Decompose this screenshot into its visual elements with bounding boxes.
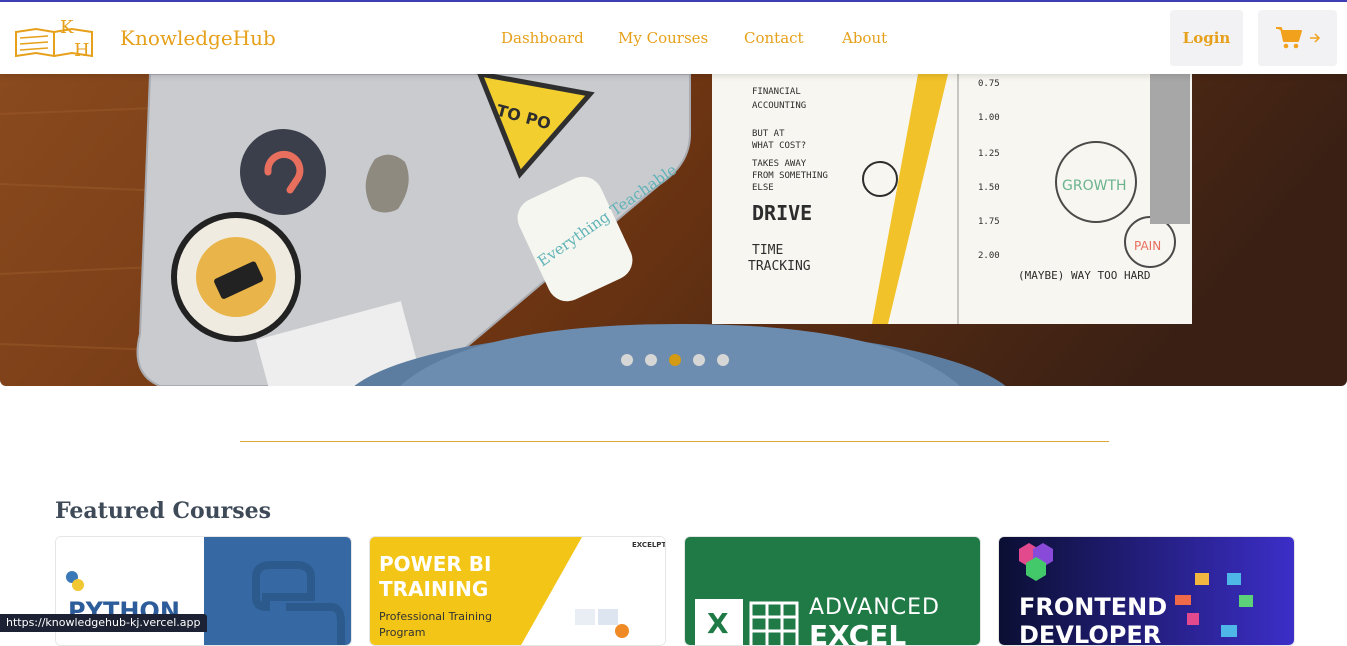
brand-name[interactable]: KnowledgeHub xyxy=(120,26,276,50)
svg-text:X: X xyxy=(707,607,729,640)
section-divider xyxy=(240,441,1109,442)
power-bi-brand: EXCELPTP xyxy=(632,541,666,549)
course-card-frontend-developer[interactable]: FRONTEND DEVLOPER xyxy=(998,536,1295,646)
featured-courses-title: Featured Courses xyxy=(55,498,271,524)
carousel-dot-4[interactable] xyxy=(693,354,705,366)
svg-text:TRACKING: TRACKING xyxy=(748,259,811,274)
cart-icon xyxy=(1275,27,1302,49)
arrow-right-icon xyxy=(1309,33,1320,43)
login-button[interactable]: Login xyxy=(1170,10,1243,66)
course-card-advanced-excel[interactable]: X ADVANCED EXCEL xyxy=(684,536,981,646)
svg-text:1.00: 1.00 xyxy=(978,113,1000,123)
navbar: K H KnowledgeHub Dashboard My Courses Co… xyxy=(0,2,1347,74)
svg-text:FINANCIAL: FINANCIAL xyxy=(752,87,801,97)
svg-text:ACCOUNTING: ACCOUNTING xyxy=(752,101,806,111)
svg-text:BUT AT: BUT AT xyxy=(752,129,785,139)
svg-text:TIME: TIME xyxy=(752,243,783,258)
svg-text:0.75: 0.75 xyxy=(978,79,1000,89)
power-bi-title-line2: TRAINING xyxy=(379,577,489,601)
status-bar-url: https://knowledgehub-kj.vercel.app xyxy=(0,614,207,632)
brand-logo[interactable]: K H xyxy=(14,16,96,61)
svg-text:1.50: 1.50 xyxy=(978,183,1000,193)
nav-about[interactable]: About xyxy=(842,29,887,47)
nav-dashboard[interactable]: Dashboard xyxy=(501,29,584,47)
logo-letter-h: H xyxy=(74,40,90,60)
hero-image: TO PO Everything Teachable FINANCIAL ACC… xyxy=(0,74,1347,386)
nav-my-courses[interactable]: My Courses xyxy=(618,29,708,47)
carousel-dot-2[interactable] xyxy=(645,354,657,366)
nav-contact[interactable]: Contact xyxy=(744,29,804,47)
svg-text:2.00: 2.00 xyxy=(978,251,1000,261)
power-bi-title-line1: POWER BI xyxy=(379,552,492,576)
book-icon: K H xyxy=(15,17,93,61)
power-bi-subtitle: Professional Training xyxy=(379,610,493,623)
carousel-dot-1[interactable] xyxy=(621,354,633,366)
carousel-dot-3[interactable] xyxy=(669,354,681,366)
logo-letter-k: K xyxy=(60,17,74,38)
excel-title-line2: EXCEL xyxy=(809,619,907,646)
svg-text:WHAT COST?: WHAT COST? xyxy=(752,141,806,151)
power-bi-subtitle-2: Program xyxy=(379,626,426,639)
svg-text:DRIVE: DRIVE xyxy=(752,201,812,225)
carousel-indicators xyxy=(621,354,729,366)
svg-text:PAIN: PAIN xyxy=(1134,239,1161,253)
cart-button[interactable] xyxy=(1258,10,1337,66)
svg-text:GROWTH: GROWTH xyxy=(1062,178,1127,194)
frontend-title-line2: DEVLOPER xyxy=(1019,621,1162,646)
hero-carousel[interactable]: TO PO Everything Teachable FINANCIAL ACC… xyxy=(0,74,1347,386)
svg-text:TAKES AWAY: TAKES AWAY xyxy=(752,159,807,169)
carousel-dot-5[interactable] xyxy=(717,354,729,366)
svg-text:1.25: 1.25 xyxy=(978,149,1000,159)
excel-title-line1: ADVANCED xyxy=(809,595,940,620)
svg-text:1.75: 1.75 xyxy=(978,217,1000,227)
frontend-title-line1: FRONTEND xyxy=(1019,593,1168,621)
svg-text:FROM SOMETHING: FROM SOMETHING xyxy=(752,171,828,181)
course-card-power-bi[interactable]: POWER BI TRAINING Professional Training … xyxy=(369,536,666,646)
svg-text:ELSE: ELSE xyxy=(752,183,774,193)
svg-text:(MAYBE) WAY TOO HARD: (MAYBE) WAY TOO HARD xyxy=(1018,269,1150,282)
